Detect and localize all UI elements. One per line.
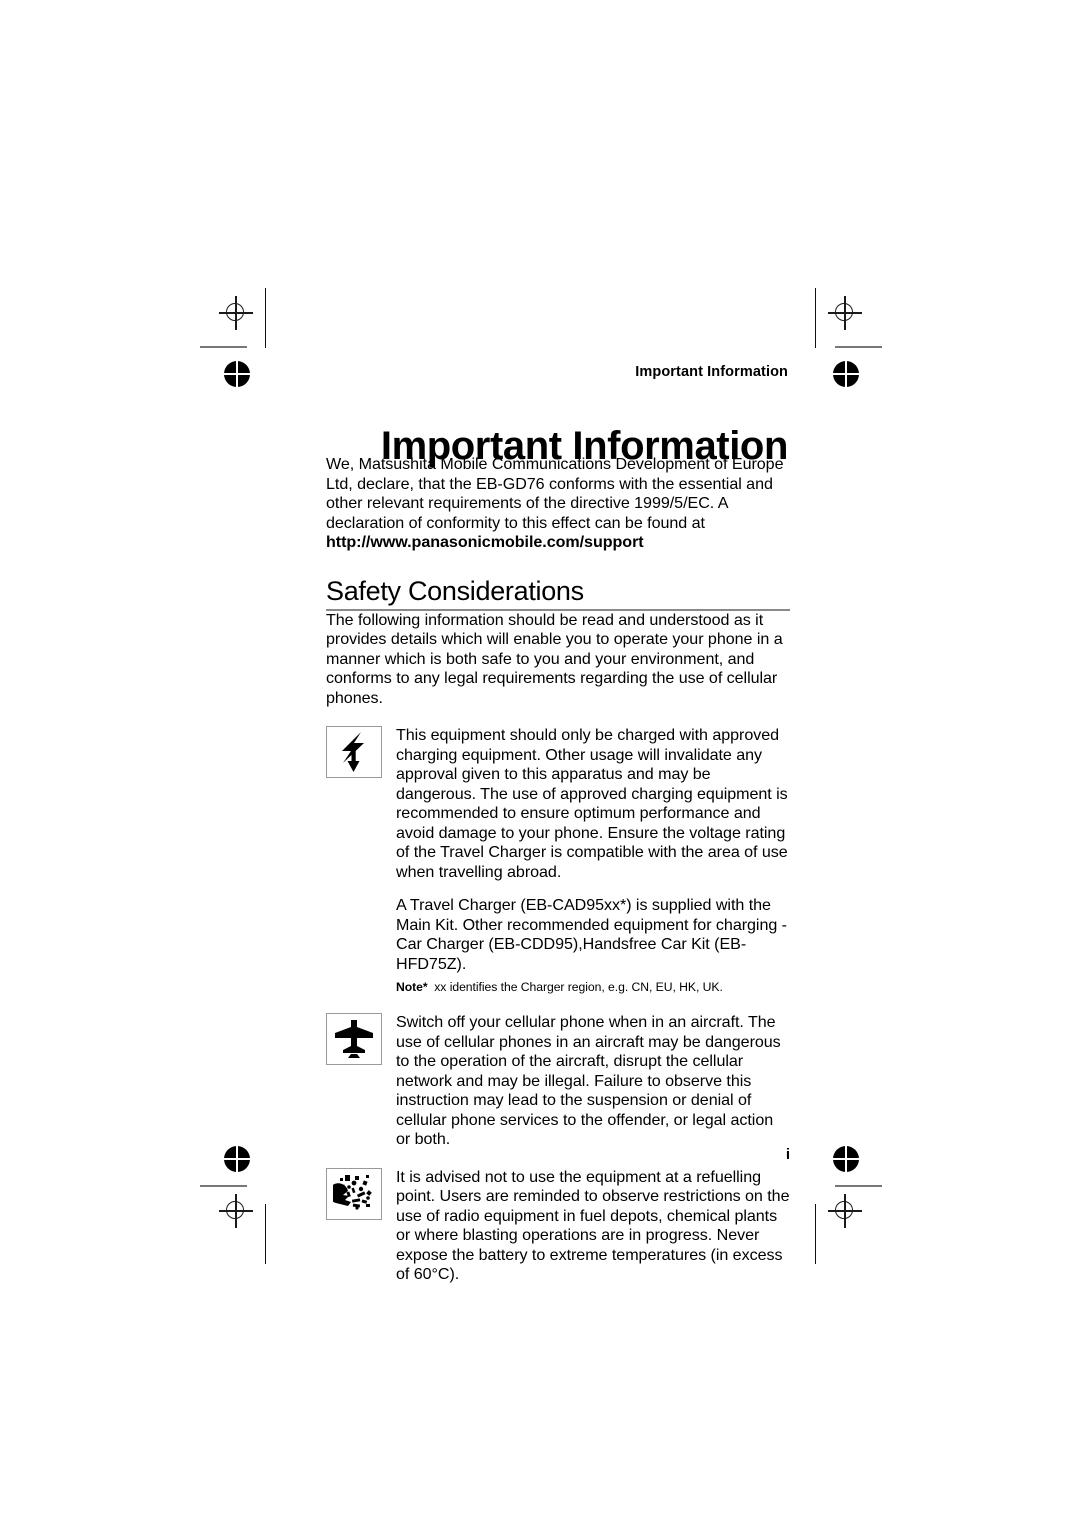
registration-mark-top-left-open	[219, 296, 253, 330]
registration-mark-top-right-solid	[833, 361, 859, 387]
safety-item-explosion: It is advised not to use the equipment a…	[326, 1167, 790, 1285]
safety-considerations-heading: Safety Considerations	[326, 575, 584, 606]
registration-mark-bottom-left-solid	[224, 1146, 250, 1172]
charging-paragraph-1: This equipment should only be charged wi…	[396, 726, 788, 881]
safety-intro-paragraph: The following information should be read…	[326, 610, 783, 707]
running-head: Important Information	[635, 364, 788, 380]
crop-mark-top-right-vertical	[815, 288, 817, 348]
conformity-statement-text: We, Matsushita Mobile Communications Dev…	[326, 455, 784, 532]
safety-item-charging-text: This equipment should only be charged wi…	[396, 726, 790, 995]
registration-mark-top-right-open	[828, 296, 862, 330]
charging-paragraph-2: A Travel Charger (EB-CAD95xx*) is suppli…	[396, 896, 787, 973]
explosion-icon	[326, 1167, 382, 1220]
crop-mark-bottom-right-vertical	[815, 1204, 817, 1264]
conformity-statement: We, Matsushita Mobile Communications Dev…	[326, 455, 790, 553]
safety-item-explosion-text: It is advised not to use the equipment a…	[396, 1168, 790, 1285]
registration-mark-bottom-right-solid	[833, 1146, 859, 1172]
charging-note-label: Note*	[396, 980, 428, 995]
crop-mark-top-left-vertical	[265, 288, 267, 348]
airplane-icon	[326, 1013, 382, 1066]
registration-mark-bottom-right-open	[828, 1194, 862, 1228]
registration-mark-bottom-left-open	[219, 1194, 253, 1228]
crop-mark-top-left-horizontal	[200, 346, 247, 348]
explosion-paragraph: It is advised not to use the equipment a…	[396, 1167, 790, 1284]
support-url: http://www.panasonicmobile.com/support	[326, 533, 644, 551]
high-voltage-icon	[326, 726, 382, 779]
safety-item-aircraft: Switch off your cellular phone when in a…	[326, 1013, 790, 1150]
crop-mark-bottom-right-horizontal	[835, 1185, 882, 1187]
charging-note: Note* xx identifies the Charger region, …	[396, 980, 790, 995]
registration-mark-top-left-solid	[224, 361, 250, 387]
crop-mark-bottom-left-horizontal	[200, 1185, 247, 1187]
aircraft-paragraph: Switch off your cellular phone when in a…	[396, 1013, 781, 1149]
page-number: i	[785, 1146, 790, 1163]
safety-item-charging: This equipment should only be charged wi…	[326, 726, 790, 995]
safety-item-aircraft-text: Switch off your cellular phone when in a…	[396, 1013, 790, 1150]
crop-mark-top-right-horizontal	[835, 346, 882, 348]
crop-mark-bottom-left-vertical	[265, 1204, 267, 1264]
charging-note-text: xx identifies the Charger region, e.g. C…	[434, 980, 723, 995]
